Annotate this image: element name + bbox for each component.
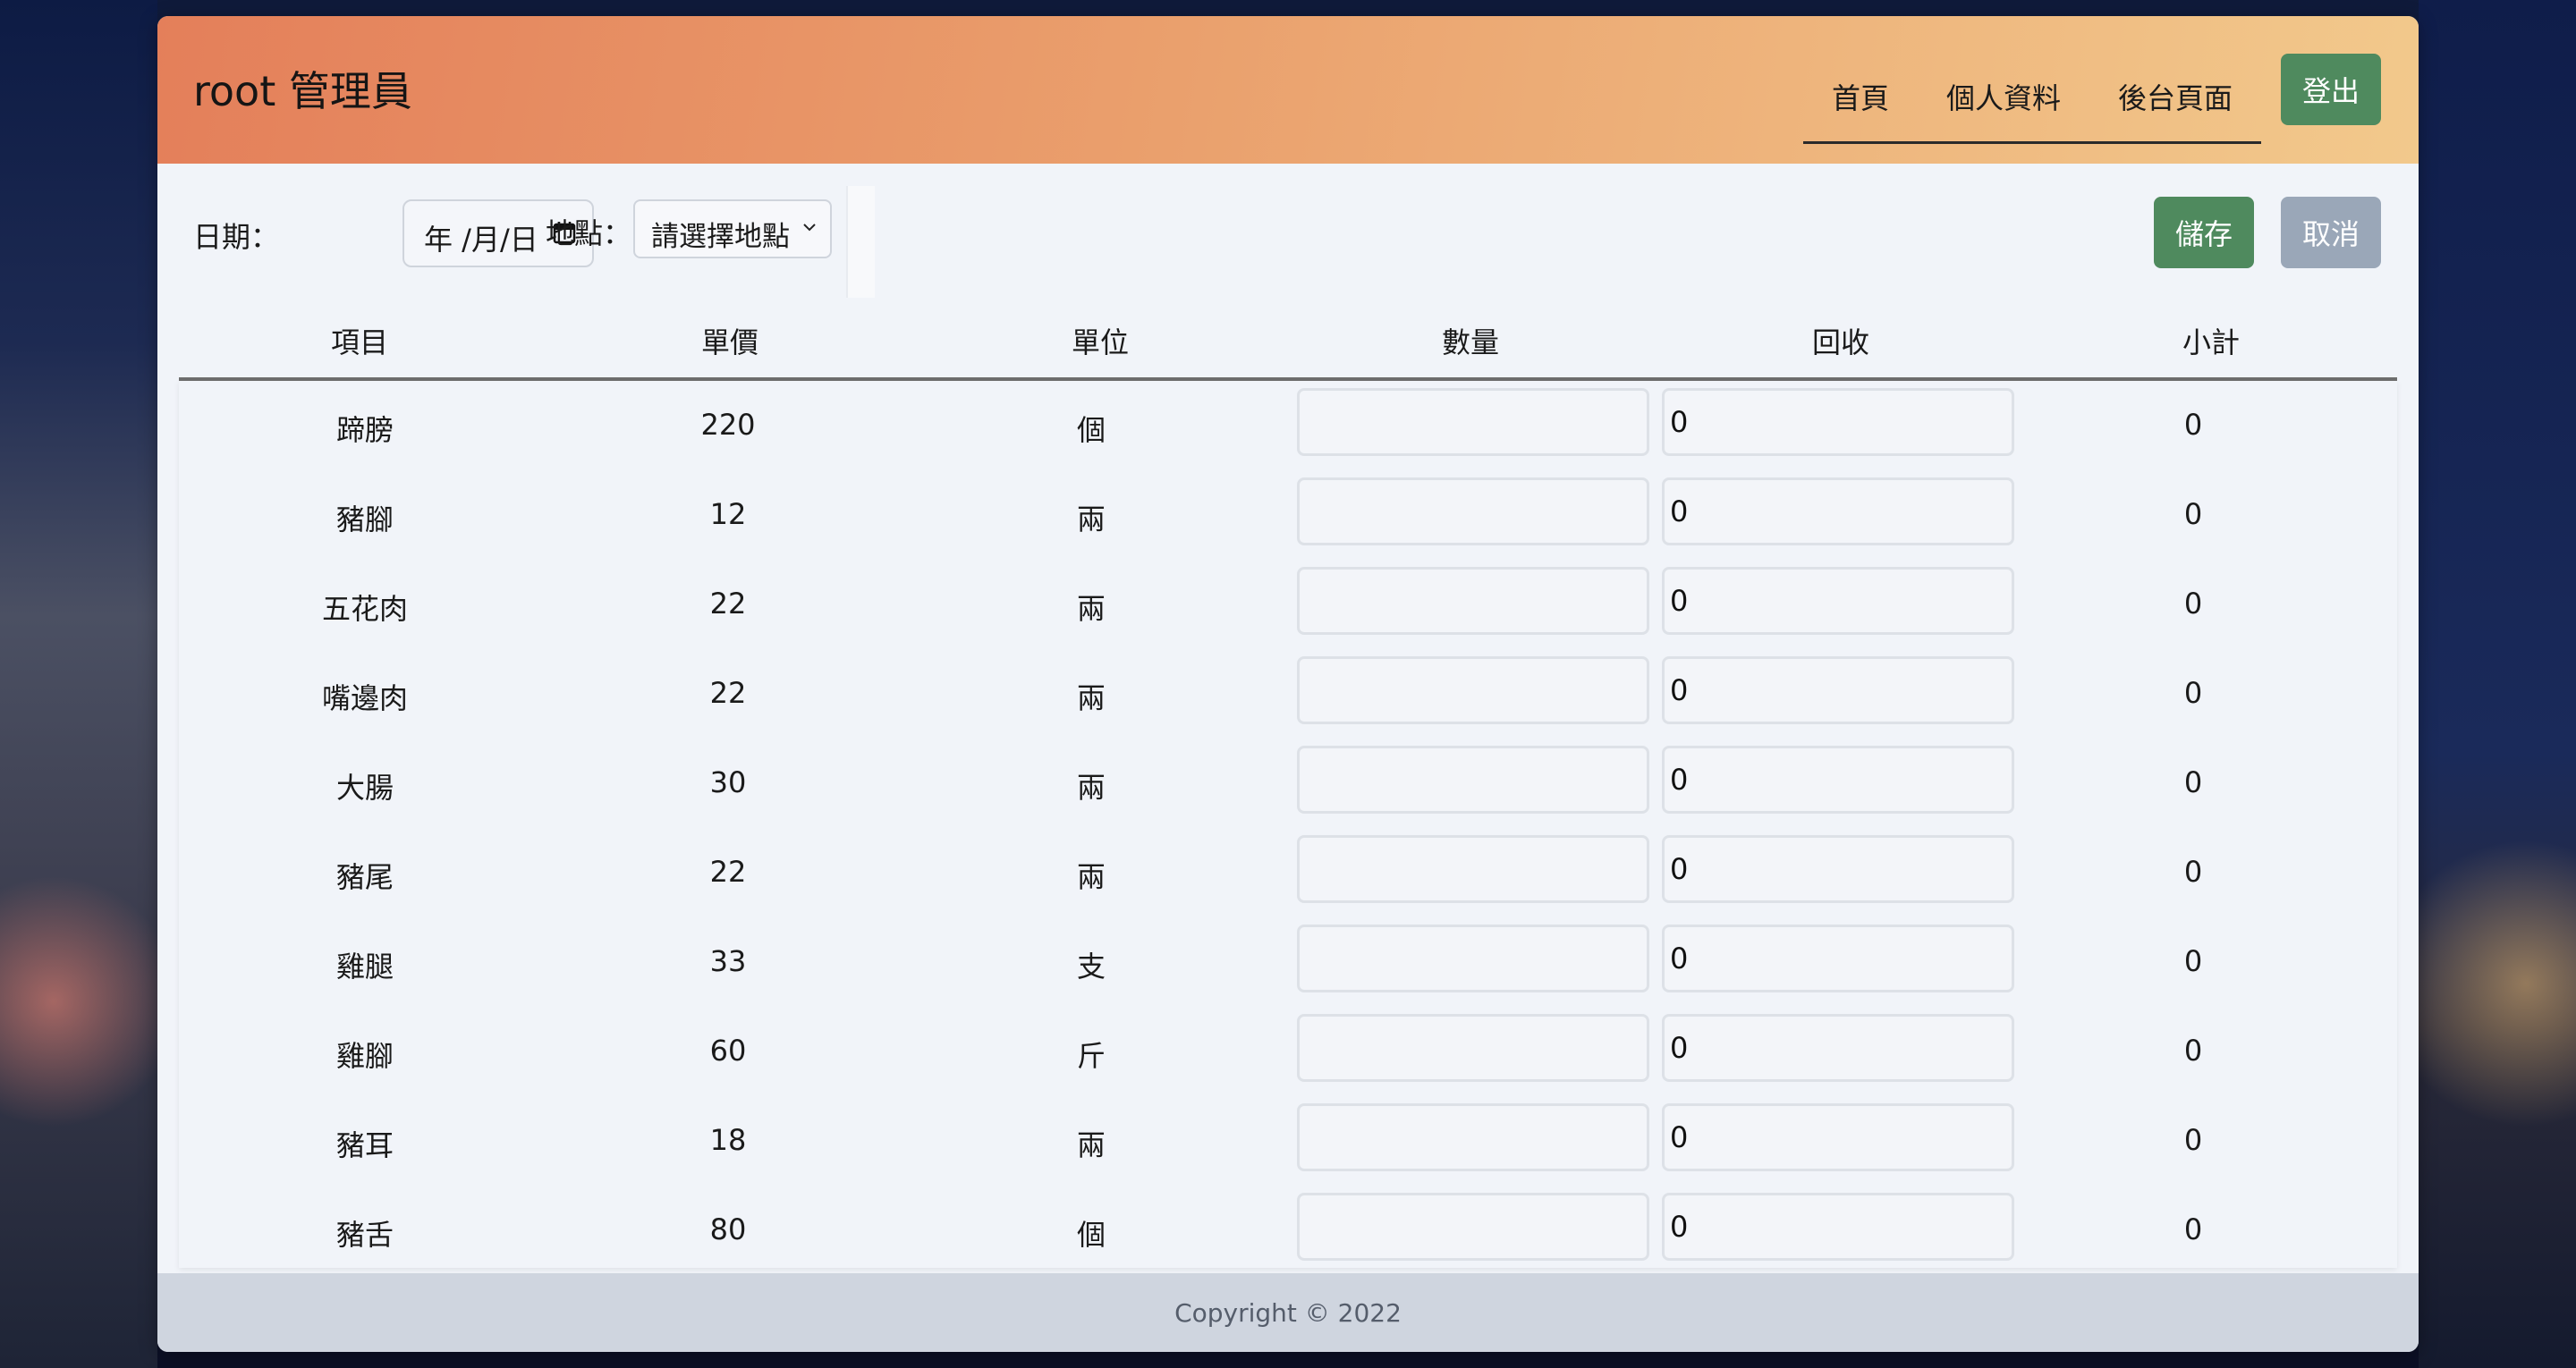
cell-price: 30	[709, 765, 747, 799]
cell-item: 五花肉	[321, 592, 408, 626]
table-header: 項目 單價 單位 數量 回收 小計	[179, 300, 2397, 381]
cell-item: 嘴邊肉	[321, 681, 408, 715]
column-header-subtotal: 小計	[2182, 325, 2240, 359]
table-row: 豬耳 18 兩 0 0	[179, 1096, 2397, 1188]
main-panel: root 管理員 首頁 個人資料 後台頁面 登出 日期： 年 /月/日 地點： …	[157, 16, 2419, 1352]
table-row: 大腸 30 兩 0 0	[179, 739, 2397, 831]
cell-item: 雞腿	[335, 950, 394, 984]
background-right	[2419, 0, 2576, 1368]
column-header-item: 項目	[330, 325, 388, 359]
recycle-input[interactable]: 0	[1662, 477, 2014, 545]
cell-subtotal: 0	[2183, 765, 2203, 799]
location-label: 地點：	[546, 216, 632, 250]
cell-unit: 兩	[1076, 502, 1106, 536]
cell-item: 豬耳	[335, 1128, 394, 1162]
quantity-input[interactable]	[1297, 1193, 1649, 1261]
quantity-input[interactable]	[1297, 925, 1649, 992]
table-row: 嘴邊肉 22 兩 0 0	[179, 649, 2397, 741]
background-left	[0, 0, 157, 1368]
cell-price: 22	[709, 676, 747, 710]
cell-price: 22	[709, 587, 747, 621]
cell-item: 蹄膀	[335, 413, 394, 447]
cell-price: 33	[709, 944, 747, 978]
quantity-input[interactable]	[1297, 388, 1649, 456]
recycle-input[interactable]: 0	[1662, 1103, 2014, 1171]
nav-profile[interactable]: 個人資料	[1946, 76, 2061, 117]
toolbar-divider	[846, 186, 875, 298]
cell-unit: 個	[1076, 413, 1106, 447]
quantity-input[interactable]	[1297, 1103, 1649, 1171]
cell-unit: 斤	[1076, 1039, 1106, 1073]
quantity-input[interactable]	[1297, 656, 1649, 724]
top-nav: 首頁 個人資料 後台頁面	[1803, 52, 2261, 144]
quantity-input[interactable]	[1297, 477, 1649, 545]
cell-price: 22	[709, 855, 747, 889]
recycle-input[interactable]: 0	[1662, 1014, 2014, 1082]
cell-price: 220	[700, 408, 756, 442]
cell-subtotal: 0	[2183, 676, 2203, 710]
cell-subtotal: 0	[2183, 1034, 2203, 1068]
cell-subtotal: 0	[2183, 1123, 2203, 1157]
quantity-input[interactable]	[1297, 835, 1649, 903]
quantity-input[interactable]	[1297, 567, 1649, 635]
cancel-button[interactable]: 取消	[2281, 197, 2381, 268]
location-select[interactable]: 請選擇地點	[633, 199, 832, 258]
column-header-recycle: 回收	[1811, 325, 1869, 359]
cell-unit: 兩	[1076, 592, 1106, 626]
cell-item: 豬腳	[335, 502, 394, 536]
cell-subtotal: 0	[2183, 1212, 2203, 1246]
location-select-value: 請選擇地點	[651, 221, 790, 253]
footer: Copyright © 2022	[157, 1273, 2419, 1352]
recycle-input[interactable]: 0	[1662, 388, 2014, 456]
table-row: 雞腳 60 斤 0 0	[179, 1007, 2397, 1099]
brand-title: root 管理員	[193, 67, 412, 115]
cell-price: 60	[709, 1034, 747, 1068]
nav-admin[interactable]: 後台頁面	[2118, 76, 2233, 117]
cell-unit: 個	[1076, 1218, 1106, 1252]
nav-home[interactable]: 首頁	[1832, 76, 1889, 117]
cell-unit: 支	[1076, 950, 1106, 984]
table-body[interactable]: 蹄膀 220 個 0 0 豬腳 12 兩 0 0 五花肉 22 兩 0 0 嘴邊…	[179, 381, 2397, 1268]
chevron-down-icon	[803, 224, 816, 232]
cell-price: 80	[709, 1212, 747, 1246]
cell-subtotal: 0	[2183, 408, 2203, 442]
table-row: 豬舌 80 個 0 0	[179, 1186, 2397, 1268]
cell-price: 12	[709, 497, 747, 531]
cell-subtotal: 0	[2183, 855, 2203, 889]
save-button[interactable]: 儲存	[2154, 197, 2254, 268]
cell-price: 18	[709, 1123, 747, 1157]
table-row: 蹄膀 220 個 0 0	[179, 381, 2397, 473]
cell-subtotal: 0	[2183, 587, 2203, 621]
cell-unit: 兩	[1076, 771, 1106, 805]
header: root 管理員 首頁 個人資料 後台頁面 登出	[157, 16, 2419, 164]
recycle-input[interactable]: 0	[1662, 835, 2014, 903]
column-header-quantity: 數量	[1441, 325, 1499, 359]
cell-item: 豬尾	[335, 860, 394, 894]
recycle-input[interactable]: 0	[1662, 656, 2014, 724]
quantity-input[interactable]	[1297, 1014, 1649, 1082]
quantity-input[interactable]	[1297, 746, 1649, 814]
recycle-input[interactable]: 0	[1662, 1193, 2014, 1261]
date-label: 日期：	[193, 220, 280, 254]
copyright-text: Copyright © 2022	[1174, 1297, 1402, 1328]
cell-item: 豬舌	[335, 1218, 394, 1252]
cell-unit: 兩	[1076, 681, 1106, 715]
column-header-unit: 單位	[1071, 325, 1129, 359]
recycle-input[interactable]: 0	[1662, 925, 2014, 992]
date-value: 年 /月/日	[424, 223, 538, 257]
cell-subtotal: 0	[2183, 944, 2203, 978]
recycle-input[interactable]: 0	[1662, 746, 2014, 814]
table-row: 豬尾 22 兩 0 0	[179, 828, 2397, 920]
cell-item: 雞腳	[335, 1039, 394, 1073]
table-row: 雞腿 33 支 0 0	[179, 917, 2397, 1009]
cell-unit: 兩	[1076, 860, 1106, 894]
cell-unit: 兩	[1076, 1128, 1106, 1162]
table-row: 五花肉 22 兩 0 0	[179, 560, 2397, 652]
cell-item: 大腸	[335, 771, 394, 805]
logout-button[interactable]: 登出	[2281, 54, 2381, 125]
table-row: 豬腳 12 兩 0 0	[179, 470, 2397, 562]
recycle-input[interactable]: 0	[1662, 567, 2014, 635]
cell-subtotal: 0	[2183, 497, 2203, 531]
column-header-price: 單價	[700, 325, 758, 359]
